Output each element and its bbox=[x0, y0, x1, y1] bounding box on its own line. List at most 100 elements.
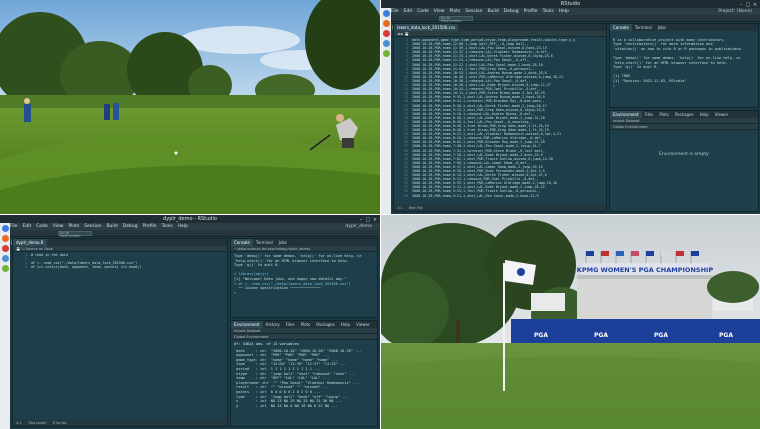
menu-code[interactable]: Code bbox=[417, 9, 429, 14]
line-text: [1] "Session: 2022-11-03, RStudio" bbox=[613, 78, 687, 83]
menu-build[interactable]: Build bbox=[487, 9, 498, 14]
firefox-icon[interactable] bbox=[1, 235, 9, 242]
app-icon[interactable] bbox=[382, 30, 390, 37]
menu-plots[interactable]: Plots bbox=[449, 9, 460, 14]
line-text: Type 'contributors()' for more informati… bbox=[613, 42, 713, 47]
tab-terminal[interactable]: Terminal bbox=[632, 24, 655, 31]
tab-plots[interactable]: Plots bbox=[656, 111, 672, 118]
environment-tabs: Environment Files Plots Packages Help Viewer bbox=[610, 111, 758, 118]
rstudio-window-bottom: dyplr_demo - RStudio – □ × File Edit Code Vie… bbox=[0, 215, 380, 429]
firefox-icon[interactable] bbox=[382, 20, 390, 27]
line-text: > bbox=[613, 83, 616, 88]
tab-files[interactable]: Files bbox=[642, 111, 657, 118]
menu-edit[interactable]: Edit bbox=[404, 9, 413, 14]
console-pane: Console Terminal Jobs ~/data-science-for-p… bbox=[230, 238, 378, 318]
console-tabs: Console Terminal Jobs bbox=[610, 24, 758, 31]
tab-terminal[interactable]: Terminal bbox=[253, 239, 276, 246]
console-output[interactable]: R is a collaborative project with many c… bbox=[610, 31, 758, 90]
menu-help[interactable]: Help bbox=[178, 224, 188, 229]
file-type[interactable]: Text File bbox=[409, 206, 423, 210]
tab-viewer[interactable]: Viewer bbox=[353, 321, 373, 328]
tab-console[interactable]: Console bbox=[610, 24, 632, 31]
tab-environment[interactable]: Environment bbox=[610, 111, 642, 118]
source-pane: dyplr_demo.R 💾 ☑ Source on Save 1 # read … bbox=[12, 238, 228, 427]
files-icon[interactable] bbox=[382, 40, 390, 47]
tab-packages[interactable]: Packages bbox=[672, 111, 697, 118]
line-text: # read in the data bbox=[31, 253, 68, 257]
menu-session[interactable]: Session bbox=[84, 224, 101, 229]
menu-edit[interactable]: Edit bbox=[23, 224, 32, 229]
menu-tools[interactable]: Tools bbox=[543, 9, 554, 14]
source-on-save-label[interactable]: Source on Save bbox=[26, 247, 53, 251]
tab-viewer[interactable]: Viewer bbox=[712, 111, 732, 118]
code-editor[interactable]: 1 # read in the data 2 3 df <- read_csv("./d… bbox=[13, 252, 227, 270]
line-number: 39 bbox=[403, 193, 408, 198]
menu-session[interactable]: Session bbox=[465, 9, 482, 14]
project-menu[interactable]: Project: (None) bbox=[718, 8, 752, 15]
tab-plots[interactable]: Plots bbox=[298, 321, 314, 328]
line-text: Type 'q()' to quit R. bbox=[234, 263, 280, 268]
line-text: Type 'q()' to quit R. bbox=[613, 65, 659, 70]
line-text: period : int 1 1 1 1 1 1 1 1 1 1 ... bbox=[234, 366, 321, 371]
window-title: dyplr_demo - RStudio bbox=[163, 216, 217, 222]
editor-tab[interactable]: lakers_data_lock_201506.csv bbox=[394, 24, 459, 31]
tab-console[interactable]: Console bbox=[231, 239, 253, 246]
tab-packages[interactable]: Packages bbox=[313, 321, 338, 328]
golf-green-photo bbox=[0, 0, 380, 214]
tab-environment[interactable]: Environment bbox=[231, 321, 263, 328]
launcher-sidebar bbox=[0, 223, 10, 429]
line-text: > df <- read_csv("./data/lakers_data_loc… bbox=[234, 281, 351, 286]
project-menu[interactable]: dyplr_demo bbox=[346, 223, 373, 230]
menu-debug[interactable]: Debug bbox=[123, 224, 138, 229]
tab-jobs[interactable]: Jobs bbox=[655, 24, 669, 31]
tab-history[interactable]: History bbox=[263, 321, 283, 328]
code-editor[interactable]: 1 date,opponent,game_type,time,period,ety… bbox=[394, 37, 606, 199]
scope-indicator[interactable]: (Top Level) bbox=[28, 421, 47, 425]
tab-jobs[interactable]: Jobs bbox=[276, 239, 290, 246]
file-type[interactable]: R Script bbox=[53, 421, 67, 425]
main-toolbar: Go to file/function bbox=[10, 230, 380, 245]
menu-debug[interactable]: Debug bbox=[504, 9, 519, 14]
app-icon[interactable] bbox=[1, 245, 9, 252]
line-text: date : chr "2008-10-28" "2008-10-28" "20… bbox=[234, 348, 362, 353]
menu-code[interactable]: Code bbox=[36, 224, 48, 229]
menu-build[interactable]: Build bbox=[106, 224, 117, 229]
menu-tools[interactable]: Tools bbox=[162, 224, 173, 229]
line-text: x : int NA 23 NA 25 NA 25 NA 25 30 NA ..… bbox=[234, 399, 343, 404]
environment-empty-message: Environment is empty bbox=[659, 152, 709, 157]
window-titlebar[interactable]: dyplr_demo - RStudio – □ × bbox=[0, 215, 380, 223]
global-environment-select[interactable]: Global Environment bbox=[610, 124, 758, 130]
rstudio-icon[interactable] bbox=[382, 50, 390, 57]
line-text: Type 'demo()' for some demos, 'help()' f… bbox=[613, 55, 741, 60]
code-line: 39 2008-10-28,POR,home,5:11,1,shot,LAL,Pa… bbox=[396, 194, 604, 198]
hoarding-logo-3: PGA bbox=[654, 332, 668, 339]
championship-photo: KPMG WOMEN'S PGA CHAMPIONSHIP PGA PGA PG… bbox=[381, 215, 760, 429]
app-launcher-icon[interactable] bbox=[1, 225, 9, 232]
tab-help[interactable]: Help bbox=[338, 321, 353, 328]
menu-view[interactable]: View bbox=[53, 224, 64, 229]
line-text: [1] TRUE bbox=[613, 74, 631, 79]
editor-tab[interactable]: dyplr_demo.R bbox=[13, 239, 47, 246]
rstudio-icon[interactable] bbox=[1, 265, 9, 272]
line-text: [1] "Welcome! Data jobs, and happy new d… bbox=[234, 276, 347, 281]
app-launcher-icon[interactable] bbox=[382, 10, 390, 17]
menu-plots[interactable]: Plots bbox=[68, 224, 79, 229]
line-text: game_type: chr "home" "home" "home" "hom… bbox=[234, 357, 338, 362]
hoarding-logo-1: PGA bbox=[534, 332, 548, 339]
goto-file-input[interactable]: Go to file/function bbox=[438, 16, 473, 23]
line-text: time : chr "12:00" "11:39" "11:37" "11:2… bbox=[234, 362, 347, 367]
window-titlebar[interactable]: RStudio – □ × bbox=[381, 0, 760, 8]
menu-view[interactable]: View bbox=[434, 9, 445, 14]
menu-help[interactable]: Help bbox=[559, 9, 569, 14]
menu-file[interactable]: File bbox=[10, 224, 18, 229]
menu-profile[interactable]: Profile bbox=[524, 9, 538, 14]
env-object-header[interactable]: df: 34624 obs. of 13 variables bbox=[231, 340, 377, 349]
tab-files[interactable]: Files bbox=[283, 321, 298, 328]
menu-profile[interactable]: Profile bbox=[143, 224, 157, 229]
tab-help[interactable]: Help bbox=[697, 111, 712, 118]
menu-file[interactable]: File bbox=[391, 9, 399, 14]
goto-file-input[interactable]: Go to file/function bbox=[57, 231, 92, 238]
files-icon[interactable] bbox=[1, 255, 9, 262]
console-output[interactable]: Type 'demo()' for some demos, 'help()' f… bbox=[231, 252, 377, 297]
main-toolbar: Go to file/function bbox=[391, 15, 760, 30]
